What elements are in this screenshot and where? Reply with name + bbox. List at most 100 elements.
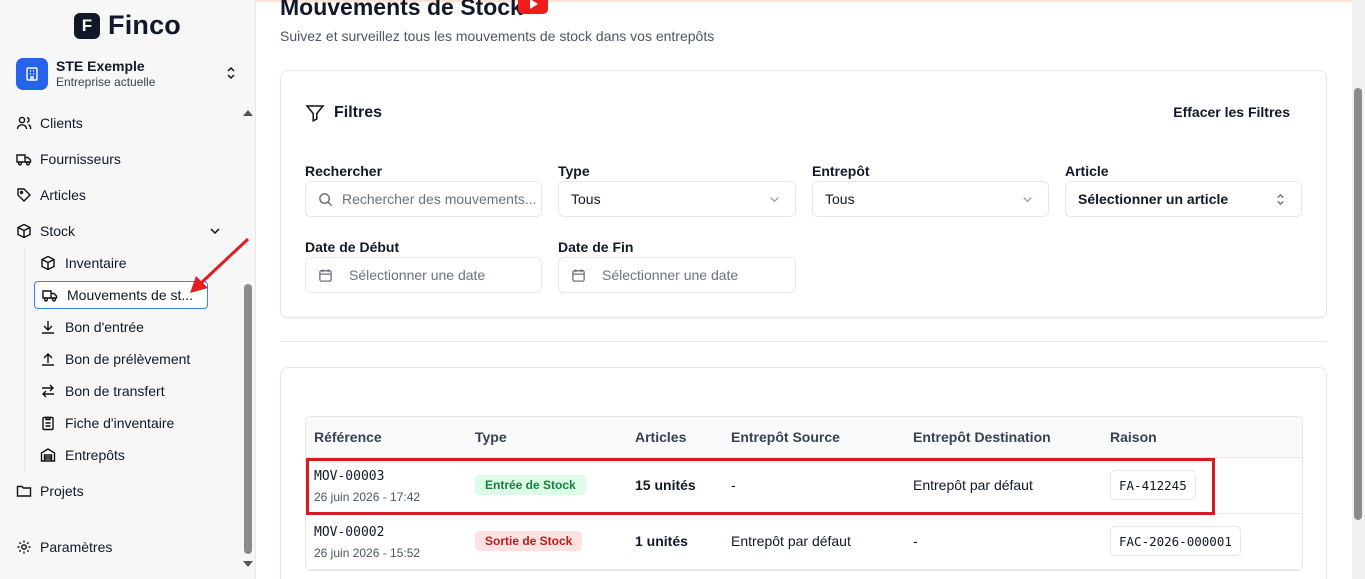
sidebar-item-clients[interactable]: Clients [16,109,83,137]
column-header-type[interactable]: Type [475,429,507,445]
transfer-arrows-icon [42,384,54,398]
movement-source: Entrepôt par défaut [731,533,851,549]
video-play-icon[interactable] [518,0,548,14]
start-date-placeholder: Sélectionner une date [349,267,486,283]
sidebar-scroll-down-arrow[interactable] [243,561,253,567]
truck-icon [16,154,32,166]
movement-date: 26 juin 2026 - 15:52 [314,546,421,560]
sidebar-item-label: Stock [40,223,76,239]
column-header-destination[interactable]: Entrepôt Destination [913,429,1051,445]
search-icon [318,192,333,207]
warehouse-select-value: Tous [825,191,855,207]
company-name: STE Exemple [56,58,145,75]
movement-reason-code[interactable]: FAC-2026-000001 [1110,526,1241,556]
column-header-reference[interactable]: Référence [314,429,382,445]
start-date-picker[interactable]: Sélectionner une date [305,257,542,293]
company-switcher[interactable]: STE Exemple Entreprise actuelle [16,56,242,92]
truck-icon [42,290,58,302]
sidebar-item-label: Articles [40,187,86,203]
sidebar-item-label: Mouvements de st... [67,287,194,303]
movement-reference[interactable]: MOV-00003 [314,469,384,484]
column-header-articles[interactable]: Articles [635,429,686,445]
sidebar-scroll-up-arrow[interactable] [243,110,253,116]
app-logo[interactable]: F Finco [74,10,181,41]
sidebar-item-bon-entree[interactable]: Bon d'entrée [40,314,144,340]
logo-text: Finco [108,10,181,40]
search-placeholder: Rechercher des mouvements... [342,191,537,207]
sidebar-item-inventaire[interactable]: Inventaire [40,250,126,276]
chevrons-up-down-icon [1274,193,1287,206]
warehouse-select[interactable]: Tous [812,181,1049,217]
filters-card: Filtres Effacer les Filtres Rechercher R… [280,70,1327,318]
sidebar-item-label: Entrepôts [65,447,125,463]
movement-date: 26 juin 2026 - 17:42 [314,490,421,504]
clipboard-icon [42,416,54,431]
article-combobox-value: Sélectionner un article [1078,191,1229,207]
movements-table: Référence Type Articles Entrepôt Source … [305,416,1303,571]
article-combobox[interactable]: Sélectionner un article [1065,181,1302,217]
chevron-down-icon [768,193,781,206]
sidebar-scrollbar-thumb[interactable] [244,284,252,554]
upload-arrow-icon [42,353,54,366]
calendar-icon [318,268,333,283]
sidebar-item-bon-prelevement[interactable]: Bon de prélèvement [40,346,190,372]
clear-filters-button[interactable]: Effacer les Filtres [1173,104,1290,120]
sidebar-item-projets[interactable]: Projets [16,477,84,505]
logo-mark-icon: F [74,12,100,39]
column-header-source[interactable]: Entrepôt Source [731,429,840,445]
download-arrow-icon [42,321,54,334]
package-icon [41,255,55,271]
table-header-row: Référence Type Articles Entrepôt Source … [306,417,1302,458]
sidebar-item-label: Bon de transfert [65,383,165,399]
end-date-picker[interactable]: Sélectionner une date [558,257,796,293]
sidebar-item-label: Bon d'entrée [65,319,144,335]
movement-destination: - [913,533,918,549]
building-icon [16,58,48,90]
movement-source: - [731,477,736,493]
annotation-arrow [190,237,250,293]
type-select-value: Tous [571,191,601,207]
column-header-raison[interactable]: Raison [1110,429,1157,445]
movement-quantity: 1 unités [635,533,688,549]
movement-reference[interactable]: MOV-00002 [314,525,384,540]
sidebar-item-label: Paramètres [40,539,113,555]
table-row[interactable]: MOV-00002 26 juin 2026 - 15:52 Sortie de… [306,514,1302,570]
movement-quantity: 15 unités [635,477,696,493]
sidebar-item-fournisseurs[interactable]: Fournisseurs [16,145,121,173]
sidebar-item-label: Clients [40,115,83,131]
table-row[interactable]: MOV-00003 26 juin 2026 - 17:42 Entrée de… [306,458,1302,514]
sidebar-item-label: Bon de prélèvement [65,351,191,367]
sidebar-item-fiche-inventaire[interactable]: Fiche d'inventaire [40,410,174,436]
sidebar-item-articles[interactable]: Articles [16,181,86,209]
chevron-down-icon [1021,193,1034,206]
page-subtitle: Suivez et surveillez tous les mouvements… [280,28,715,44]
type-select[interactable]: Tous [558,181,796,217]
sidebar-item-parametres[interactable]: Paramètres [16,533,112,561]
company-subtitle: Entreprise actuelle [56,75,156,90]
warehouse-icon [40,448,56,462]
movement-destination: Entrepôt par défaut [913,477,1033,493]
chevrons-up-down-icon [224,66,238,85]
start-date-label: Date de Début [305,239,400,255]
sidebar-item-mouvements[interactable]: Mouvements de st... [34,281,208,309]
type-label: Type [558,163,590,179]
sidebar-item-bon-transfert[interactable]: Bon de transfert [40,378,165,404]
movement-type-badge: Entrée de Stock [475,475,586,495]
main-scrollbar-thumb[interactable] [1354,88,1362,520]
users-icon [16,116,32,130]
end-date-placeholder: Sélectionner une date [602,267,739,283]
search-input[interactable]: Rechercher des mouvements... [305,181,542,217]
end-date-label: Date de Fin [558,239,634,255]
sidebar-item-label: Fournisseurs [40,151,121,167]
folder-icon [16,485,32,497]
article-label: Article [1065,163,1109,179]
filter-funnel-icon [305,105,325,123]
warehouse-label: Entrepôt [812,163,870,179]
main-content: Mouvements de Stock Suivez et surveillez… [256,0,1365,579]
filters-header: Filtres [305,103,382,123]
sidebar-item-entrepots[interactable]: Entrepôts [40,442,125,468]
sidebar-item-label: Projets [40,483,84,499]
sidebar-item-stock[interactable]: Stock [16,217,75,245]
movement-reason-code[interactable]: FA-412245 [1110,470,1196,500]
movement-type-badge: Sortie de Stock [475,531,583,551]
